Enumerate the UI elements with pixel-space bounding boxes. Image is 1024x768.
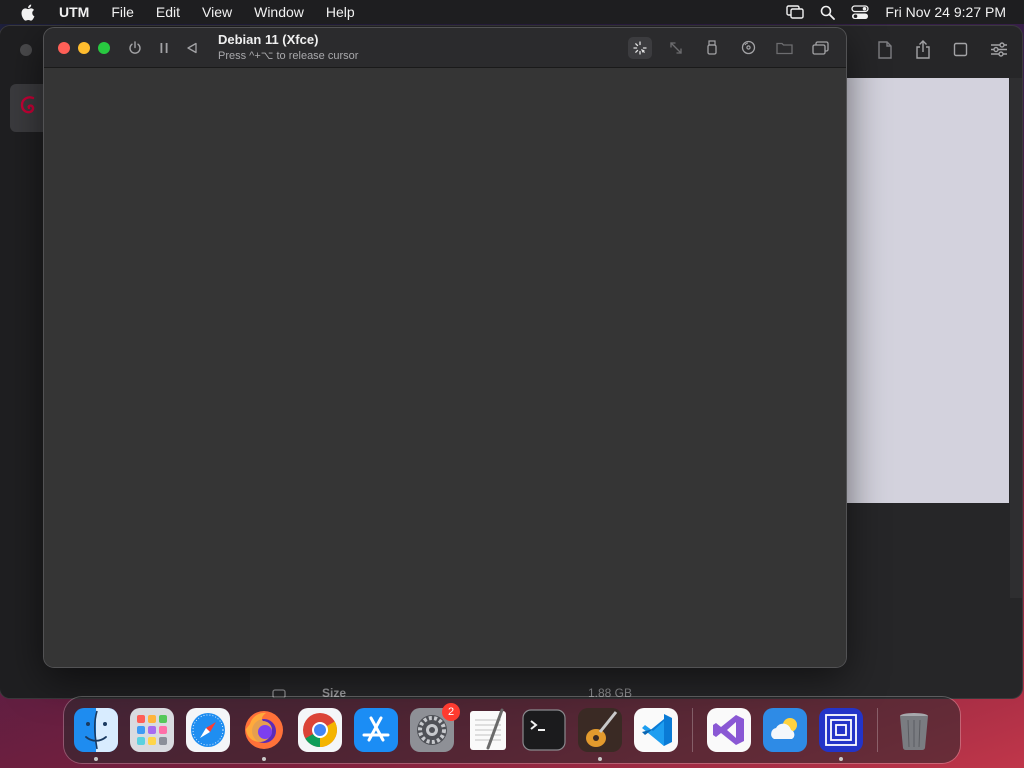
dock-safari[interactable]: [186, 708, 230, 752]
menu-app-utm[interactable]: UTM: [48, 4, 100, 20]
minimize-button[interactable]: [78, 41, 90, 54]
dock-trash[interactable]: [892, 708, 936, 752]
dock-vscode[interactable]: [634, 708, 678, 752]
dock-separator: [877, 708, 878, 752]
running-indicator: [94, 757, 98, 761]
dock-firefox[interactable]: [242, 708, 286, 761]
dock-finder[interactable]: [74, 708, 118, 761]
share-icon[interactable]: [915, 40, 931, 59]
dock-weather[interactable]: [763, 708, 807, 752]
notification-badge: 2: [442, 703, 460, 721]
finder-icon: [74, 708, 118, 752]
dock-garageband[interactable]: [578, 708, 622, 761]
dock-chrome[interactable]: [298, 708, 342, 752]
textedit-icon: [470, 708, 506, 750]
dock: 2: [64, 697, 960, 763]
visual-studio-icon: [707, 708, 751, 752]
safari-icon: [186, 708, 230, 752]
zoom-button[interactable]: [98, 41, 110, 54]
power-icon[interactable]: [128, 40, 142, 55]
vm-title-block: Debian 11 (Xfce) Press ^+⌥ to release cu…: [218, 32, 359, 62]
chrome-icon: [298, 708, 342, 752]
vm-window-titlebar: Debian 11 (Xfce) Press ^+⌥ to release cu…: [44, 28, 846, 68]
trash-icon: [900, 713, 928, 751]
drive-image-icon[interactable]: [736, 37, 760, 59]
vscode-icon: [634, 708, 678, 752]
dock-textedit[interactable]: [466, 708, 510, 752]
window-switch-icon[interactable]: [808, 37, 832, 59]
close-button[interactable]: [58, 41, 70, 54]
resize-display-icon[interactable]: [664, 37, 688, 59]
menu-file[interactable]: File: [100, 4, 145, 20]
running-indicator: [598, 757, 602, 761]
spotlight-search-icon[interactable]: [820, 5, 836, 20]
library-toolbar: [877, 40, 1008, 59]
vertical-scrollbar[interactable]: [1010, 78, 1022, 598]
menubar-clock[interactable]: Fri Nov 24 9:27 PM: [885, 4, 1006, 20]
debian-logo-icon: [20, 96, 35, 114]
garageband-guitar-icon: [578, 708, 622, 752]
firefox-icon: [245, 711, 283, 749]
stop-icon[interactable]: [953, 42, 968, 57]
shared-directory-icon[interactable]: [772, 37, 796, 59]
control-center-icon[interactable]: [851, 4, 870, 20]
dock-launchpad[interactable]: [130, 708, 174, 752]
vm-title: Debian 11 (Xfce): [218, 32, 319, 48]
running-indicator: [262, 757, 266, 761]
settings-sliders-icon[interactable]: [990, 42, 1008, 57]
running-indicator: [839, 757, 843, 761]
dock-utm[interactable]: [819, 708, 863, 761]
vm-screenshot-preview: [846, 78, 1009, 503]
usb-device-icon[interactable]: [700, 37, 724, 59]
app-store-icon: [354, 708, 398, 752]
dock-system-settings[interactable]: 2: [410, 703, 460, 752]
inactive-traffic-light[interactable]: [20, 44, 32, 56]
utm-icon: [819, 708, 863, 752]
weather-icon: [763, 708, 807, 752]
shared-folder-icon[interactable]: [877, 40, 893, 59]
launchpad-icon: [130, 708, 174, 752]
apple-menu-icon[interactable]: [18, 3, 36, 21]
dock-separator: [692, 708, 693, 752]
vm-toolbar: [628, 36, 832, 59]
vm-display-screen[interactable]: [44, 68, 846, 667]
screen-mirroring-icon[interactable]: [786, 5, 805, 19]
vm-display-window: Debian 11 (Xfce) Press ^+⌥ to release cu…: [44, 28, 846, 667]
restart-icon[interactable]: [186, 42, 198, 54]
menu-bar: UTM File Edit View Window Help Fri Nov 2…: [0, 0, 1024, 24]
menu-help[interactable]: Help: [315, 4, 366, 20]
menu-window[interactable]: Window: [243, 4, 315, 20]
dock-terminal[interactable]: [522, 708, 566, 752]
menu-edit[interactable]: Edit: [145, 4, 191, 20]
menu-view[interactable]: View: [191, 4, 243, 20]
pause-icon[interactable]: [158, 42, 170, 54]
release-cursor-hint: Press ^+⌥ to release cursor: [218, 49, 359, 62]
dock-app-store[interactable]: [354, 708, 398, 752]
capture-input-icon[interactable]: [628, 36, 652, 59]
dock-visual-studio[interactable]: [707, 708, 751, 752]
terminal-icon: [522, 709, 566, 751]
